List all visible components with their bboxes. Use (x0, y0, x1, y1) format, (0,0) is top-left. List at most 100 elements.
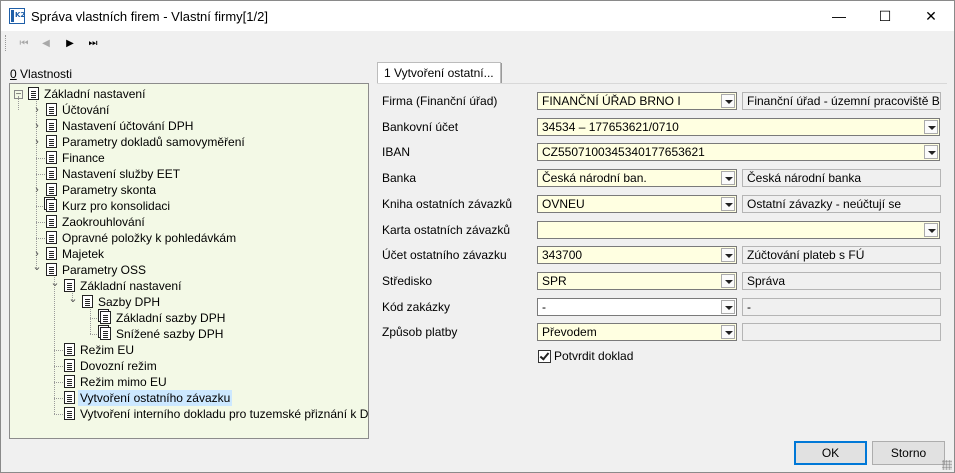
chevron-right-icon[interactable]: › (32, 134, 42, 150)
tree-item[interactable]: › Nastavení účtování DPH (10, 118, 368, 134)
first-record-icon: ⏮ (19, 37, 29, 49)
dropdown-arrow-icon[interactable] (721, 94, 735, 108)
dropdown-arrow-icon[interactable] (721, 274, 735, 288)
tab-separator (501, 63, 502, 83)
dropdown-arrow-icon[interactable] (721, 197, 735, 211)
minimize-button[interactable]: — (816, 1, 862, 31)
tree-item[interactable]: Základní sazby DPH (10, 310, 368, 326)
field-description: Správa (742, 272, 941, 290)
field-combobox[interactable]: 34534 – 177653621/0710 (537, 118, 940, 136)
tree-connector (90, 334, 99, 335)
field-value: - (542, 300, 546, 314)
tree-connector (36, 238, 45, 239)
field-combobox[interactable]: Česká národní ban. (537, 169, 737, 187)
chevron-down-icon[interactable]: ⌄ (50, 275, 60, 291)
dropdown-arrow-icon[interactable] (721, 325, 735, 339)
tree-item[interactable]: Nastavení služby EET (10, 166, 368, 182)
tree-item[interactable]: Dovozní režim (10, 358, 368, 374)
collapse-icon[interactable]: − (14, 90, 23, 100)
dropdown-arrow-icon[interactable] (721, 248, 735, 262)
ok-button[interactable]: OK (794, 441, 867, 465)
app-icon: K2 (9, 8, 25, 24)
chevron-down-icon[interactable]: ⌄ (68, 291, 78, 307)
dropdown-arrow-icon[interactable] (721, 300, 735, 314)
tree-item[interactable]: Zaokrouhlování (10, 214, 368, 230)
tree-item[interactable]: Snížené sazby DPH (10, 326, 368, 342)
previous-record-button[interactable]: ◀ (37, 36, 55, 50)
properties-tree[interactable]: − Základní nastavení › Účtování › Nastavení ú… (9, 83, 369, 439)
next-record-button[interactable]: ▶ (61, 36, 79, 50)
field-label: Středisko (382, 274, 433, 288)
tree-item[interactable]: Vytvoření ostatního závazku (10, 390, 368, 406)
field-label: Kód zakázky (382, 300, 451, 314)
document-icon (64, 391, 75, 404)
tree-item[interactable]: ⌄ Základní nastavení (10, 275, 368, 294)
tree-item[interactable]: ⌄ Sazby DPH (10, 291, 368, 310)
tree-item-label: Dovozní režim (80, 359, 157, 373)
chevron-down-icon[interactable]: ⌄ (32, 259, 42, 275)
tree-item[interactable]: Opravné položky k pohledávkám (10, 230, 368, 246)
field-label: Karta ostatních závazků (382, 223, 511, 237)
tree-connector (54, 382, 63, 383)
tree-connector (54, 414, 63, 415)
field-combobox[interactable]: CZ5507100345340177653621 (537, 143, 940, 161)
tree-item[interactable]: › Účtování (10, 102, 368, 118)
field-combobox[interactable]: FINANČNÍ ÚŘAD BRNO I (537, 92, 737, 110)
last-record-icon: ⏭ (88, 37, 98, 49)
tree-item[interactable]: › Parametry dokladů samovyměření (10, 134, 368, 150)
field-combobox[interactable]: Převodem (537, 323, 737, 341)
tree-item[interactable]: Kurz pro konsolidaci (10, 198, 368, 214)
resize-grip-icon[interactable] (942, 460, 952, 470)
tree-item-label: Kurz pro konsolidaci (62, 199, 171, 213)
tree-item[interactable]: Finance (10, 150, 368, 166)
close-button[interactable]: ✕ (908, 1, 954, 31)
field-value: FINANČNÍ ÚŘAD BRNO I (542, 94, 681, 108)
tree-item-label: Režim mimo EU (80, 375, 167, 389)
chevron-right-icon[interactable]: › (32, 182, 42, 198)
field-description: Finanční úřad - územní pracoviště Brno 1 (742, 92, 941, 110)
first-record-button[interactable]: ⏮ (15, 36, 33, 50)
dropdown-arrow-icon[interactable] (721, 171, 735, 185)
next-record-icon: ▶ (66, 37, 74, 49)
cancel-button[interactable]: Storno (872, 441, 945, 465)
toolbar-grip[interactable] (5, 35, 7, 51)
properties-label: 0 Vlastnosti (10, 67, 73, 81)
field-combobox[interactable] (537, 221, 940, 239)
tree-item-label: Základní nastavení (80, 279, 182, 293)
field-value: 343700 (542, 248, 583, 262)
field-label: IBAN (382, 145, 411, 159)
tree-item[interactable]: Režim mimo EU (10, 374, 368, 390)
confirm-document-checkbox[interactable] (538, 350, 551, 363)
tab-vytvoreni-ostatniho-zavazku[interactable]: 1 Vytvoření ostatní... (377, 62, 501, 84)
tree-item-label: Snížené sazby DPH (116, 327, 224, 341)
tree-item[interactable]: › Parametry skonta (10, 182, 368, 198)
document-icon (46, 103, 57, 116)
document-icon (64, 407, 75, 420)
maximize-button[interactable]: ☐ (862, 1, 908, 31)
chevron-right-icon[interactable]: › (32, 102, 42, 118)
dropdown-arrow-icon[interactable] (924, 120, 938, 134)
tree-item-label: Zaokrouhlování (62, 215, 145, 229)
tree-item[interactable]: Režim EU (10, 342, 368, 358)
tree-item[interactable]: › Majetek (10, 246, 368, 262)
dropdown-arrow-icon[interactable] (924, 223, 938, 237)
documents-icon (46, 199, 57, 212)
dropdown-arrow-icon[interactable] (924, 145, 938, 159)
field-combobox[interactable]: - (537, 298, 737, 316)
field-combobox[interactable]: SPR (537, 272, 737, 290)
window-title: Správa vlastních firem - Vlastní firmy[1… (31, 9, 268, 24)
last-record-button[interactable]: ⏭ (84, 36, 102, 50)
document-icon (46, 247, 57, 260)
tree-item[interactable]: ⌄ Parametry OSS (10, 259, 368, 278)
field-label: Účet ostatního závazku (382, 248, 507, 262)
tree-connector (54, 398, 63, 399)
field-combobox[interactable]: OVNEU (537, 195, 737, 213)
tree-item[interactable]: Vytvoření interního dokladu pro tuzemské… (10, 406, 368, 422)
document-icon (46, 215, 57, 228)
field-value: SPR (542, 274, 567, 288)
chevron-right-icon[interactable]: › (32, 118, 42, 134)
field-combobox[interactable]: 343700 (537, 246, 737, 264)
documents-icon (100, 311, 111, 324)
tree-item[interactable]: − Základní nastavení (10, 86, 368, 102)
tree-item-label: Účtování (62, 103, 110, 117)
